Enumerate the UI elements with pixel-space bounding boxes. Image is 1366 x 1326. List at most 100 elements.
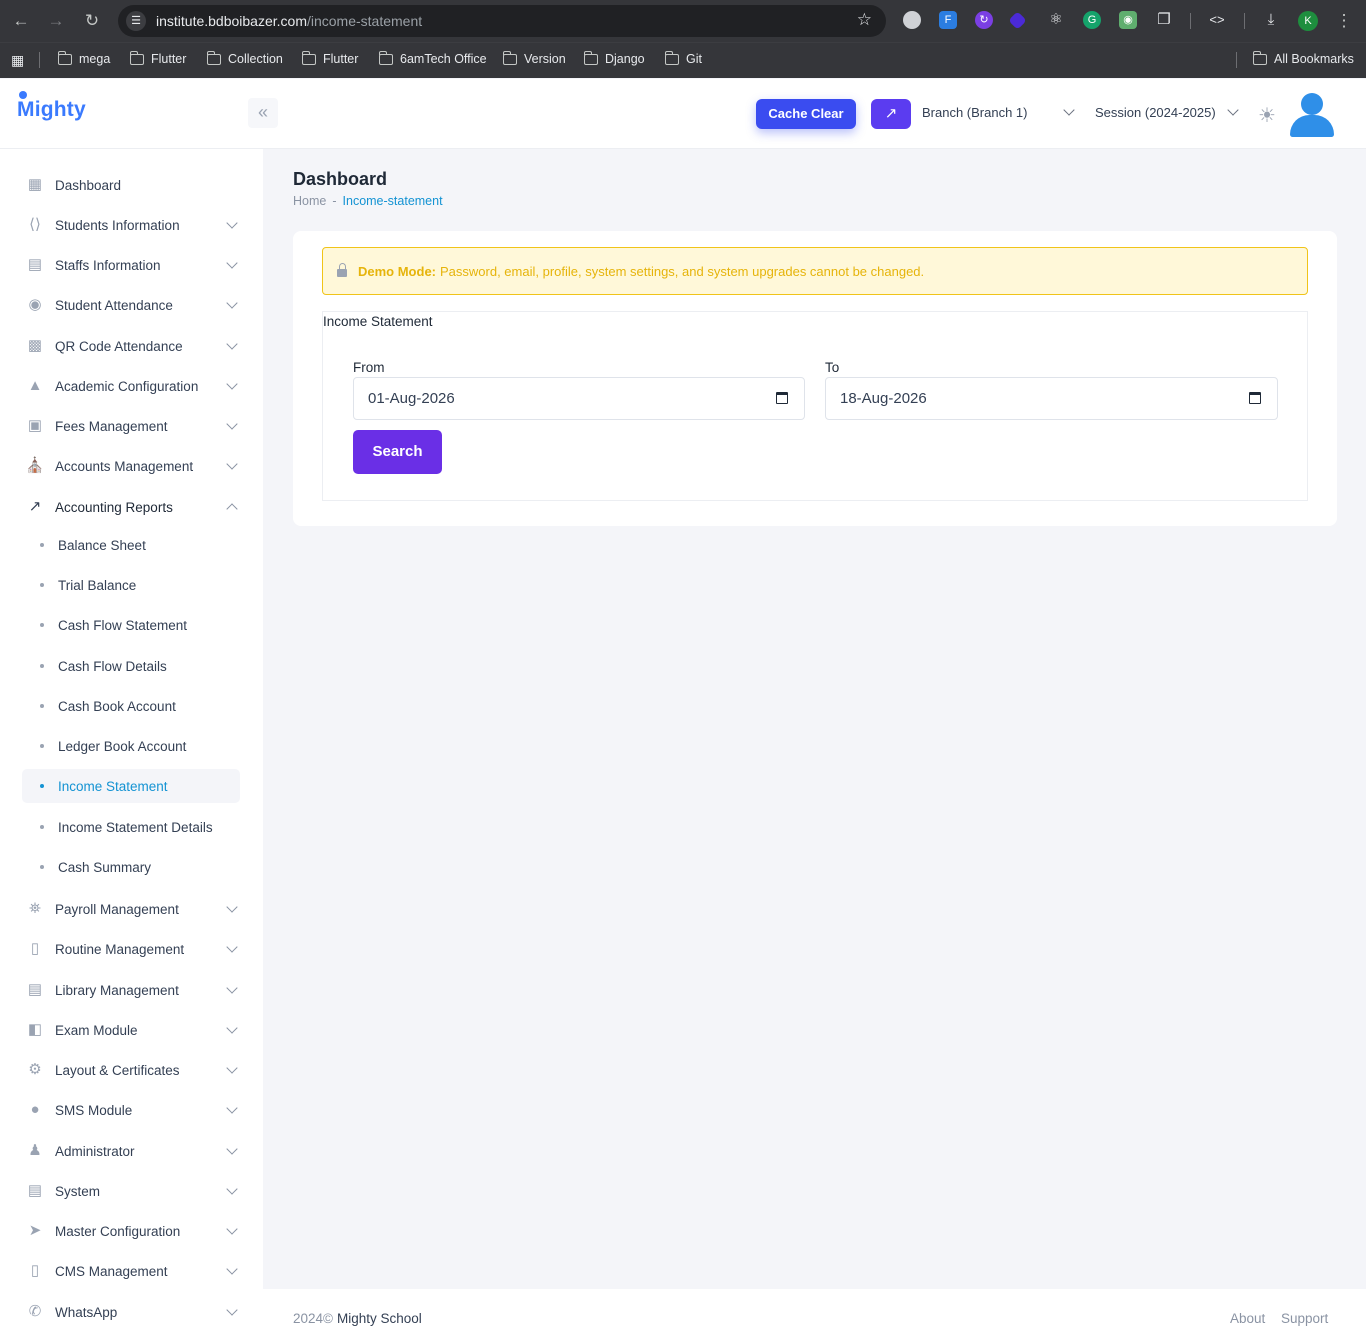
sidebar-item-exam-module[interactable]: ◧ Exam Module <box>22 1013 240 1047</box>
footer-copyright: 2024© Mighty School <box>293 1311 422 1326</box>
whatsapp-icon: ✆ <box>28 1303 42 1320</box>
page-title: Dashboard <box>293 169 388 189</box>
bookmark-item[interactable]: Flutter <box>301 50 358 66</box>
sidebar-item-routine-management[interactable]: ▯ Routine Management <box>22 932 240 966</box>
extension-icon[interactable]: F <box>939 11 957 29</box>
sidebar-item-cms-management[interactable]: ▯ CMS Management <box>22 1254 240 1288</box>
search-button[interactable]: Search <box>353 430 442 474</box>
footer-about-link[interactable]: About <box>1230 1311 1265 1326</box>
sidebar-item-academic-configuration[interactable]: ▲ Academic Configuration <box>22 369 240 403</box>
content-card: Demo Mode: Password, email, profile, sys… <box>293 231 1337 526</box>
bookmark-item[interactable]: 6amTech Office <box>378 50 487 66</box>
extension-icon[interactable]: ↻ <box>975 11 993 29</box>
demo-mode-alert: Demo Mode: Password, email, profile, sys… <box>322 247 1308 295</box>
layout-icon: ◧ <box>27 1021 43 1038</box>
calendar-icon[interactable] <box>1249 392 1261 404</box>
reload-icon[interactable]: ↻ <box>80 9 104 33</box>
calendar-icon[interactable] <box>776 392 788 404</box>
bookmark-item[interactable]: Git <box>664 50 702 66</box>
apps-grid-icon[interactable]: ▦ <box>11 52 24 69</box>
fingerprint-icon: ◉ <box>28 296 42 313</box>
sub-item-cash-summary[interactable]: Cash Summary <box>22 850 240 884</box>
sidebar-item-system[interactable]: ▤ System <box>22 1174 240 1208</box>
bullet-dot <box>40 865 44 869</box>
grammarly-icon[interactable]: G <box>1083 11 1101 29</box>
dashboard-icon: ▦ <box>27 176 43 193</box>
menu-dots-icon[interactable]: ⋮ <box>1332 9 1356 33</box>
bullet-dot <box>40 784 44 788</box>
gear-badge-icon: ⚙ <box>28 1061 42 1078</box>
footer-support-link[interactable]: Support <box>1281 1311 1328 1326</box>
session-dropdown[interactable]: Session (2024-2025) <box>1095 104 1239 120</box>
bookmark-item[interactable]: Collection <box>206 50 283 66</box>
devtools-icon[interactable]: <> <box>1208 11 1226 29</box>
sidebar-item-master-configuration[interactable]: ➤ Master Configuration <box>22 1214 240 1248</box>
extension-icon[interactable] <box>1008 11 1027 30</box>
sidebar-item-library-management[interactable]: ▤ Library Management <box>22 973 240 1007</box>
breadcrumb-separator: - <box>332 194 337 208</box>
payroll-icon: ⛯ <box>28 900 41 917</box>
profile-avatar[interactable]: K <box>1298 11 1318 31</box>
external-link-button[interactable]: ↗ <box>871 99 911 129</box>
breadcrumb-home[interactable]: Home <box>293 194 326 208</box>
sub-item-income-statement[interactable]: Income Statement <box>22 769 240 803</box>
sidebar-item-accounting-reports[interactable]: ↗ Accounting Reports <box>22 490 240 524</box>
sidebar-item-staffs-information[interactable]: ▤ Staffs Information <box>22 248 240 282</box>
sub-item-cash-flow-statement[interactable]: Cash Flow Statement <box>22 608 240 642</box>
sub-item-ledger-book-account[interactable]: Ledger Book Account <box>22 729 240 763</box>
sidebar-item-qr-code-attendance[interactable]: ▩ QR Code Attendance <box>22 329 240 363</box>
screenshot-icon[interactable]: ◉ <box>1119 11 1137 29</box>
to-date-input[interactable]: 18-Aug-2026 <box>825 377 1278 420</box>
extensions-puzzle-icon[interactable]: ❐ <box>1155 11 1173 29</box>
sub-item-cash-flow-details[interactable]: Cash Flow Details <box>22 649 240 683</box>
income-statement-filter: Income Statement From 01-Aug-2026 To 18-… <box>322 311 1308 501</box>
branch-dropdown[interactable]: Branch (Branch 1) <box>922 104 1075 120</box>
chevron-down-icon <box>226 297 238 309</box>
sidebar-item-student-attendance[interactable]: ◉ Student Attendance <box>22 288 240 322</box>
react-devtools-icon[interactable]: ⚛ <box>1047 11 1065 29</box>
forward-icon[interactable]: → <box>44 9 68 33</box>
chevron-down-icon <box>226 1062 238 1074</box>
rocket-icon: ➤ <box>28 1222 42 1239</box>
extension-icon[interactable] <box>903 11 921 29</box>
sidebar-item-administrator[interactable]: ♟ Administrator <box>22 1134 240 1168</box>
address-bar[interactable]: ☰ institute.bdboibazer.com/income-statem… <box>118 5 886 37</box>
chevron-down-icon <box>226 1102 238 1114</box>
cache-clear-button[interactable]: Cache Clear <box>756 99 856 129</box>
sidebar-item-accounts-management[interactable]: ⛪ Accounts Management <box>22 449 240 483</box>
bookmark-item[interactable]: Django <box>583 50 645 66</box>
chevron-down-icon <box>226 982 238 994</box>
back-icon[interactable]: ← <box>9 9 33 33</box>
from-date-input[interactable]: 01-Aug-2026 <box>353 377 805 420</box>
bullet-dot <box>40 744 44 748</box>
sub-item-trial-balance[interactable]: Trial Balance <box>22 568 240 602</box>
sub-item-cash-book-account[interactable]: Cash Book Account <box>22 689 240 723</box>
sidebar-item-payroll-management[interactable]: ⛯ Payroll Management <box>22 892 240 926</box>
theme-toggle-sun-icon[interactable]: ☀ <box>1258 103 1276 128</box>
section-title: Income Statement <box>323 314 437 329</box>
bookmark-item[interactable]: Version <box>502 50 566 66</box>
chevron-down-icon <box>226 1263 238 1275</box>
collapse-sidebar-button[interactable]: « <box>248 98 278 128</box>
sidebar-item-sms-module[interactable]: ● SMS Module <box>22 1093 240 1127</box>
user-avatar[interactable] <box>1289 93 1335 137</box>
chevron-down-icon <box>226 1143 238 1155</box>
sidebar-item-dashboard[interactable]: ▦ Dashboard <box>22 168 240 202</box>
folder-icon <box>206 50 221 65</box>
bookmark-star-icon[interactable]: ☆ <box>857 10 872 30</box>
sub-item-income-statement-details[interactable]: Income Statement Details <box>22 810 240 844</box>
sidebar-item-fees-management[interactable]: ▣ Fees Management <box>22 409 240 443</box>
chevron-down-icon <box>226 458 238 470</box>
sidebar-item-whatsapp[interactable]: ✆ WhatsApp <box>22 1295 240 1326</box>
sub-item-balance-sheet[interactable]: Balance Sheet <box>22 528 240 562</box>
url-text[interactable]: institute.bdboibazer.com/income-statemen… <box>156 13 422 29</box>
site-info-icon[interactable]: ☰ <box>126 11 146 31</box>
bookmark-item[interactable]: Flutter <box>129 50 186 66</box>
all-bookmarks[interactable]: All Bookmarks <box>1252 50 1354 66</box>
logo[interactable]: Mighty <box>17 91 86 122</box>
download-icon[interactable]: ⤓ <box>1262 11 1280 29</box>
folder-icon <box>129 50 144 65</box>
sidebar-item-layout-certificates[interactable]: ⚙ Layout & Certificates <box>22 1053 240 1087</box>
sidebar-item-students-information[interactable]: ⟨⟩ Students Information <box>22 208 240 242</box>
bookmark-item[interactable]: mega <box>57 50 110 66</box>
